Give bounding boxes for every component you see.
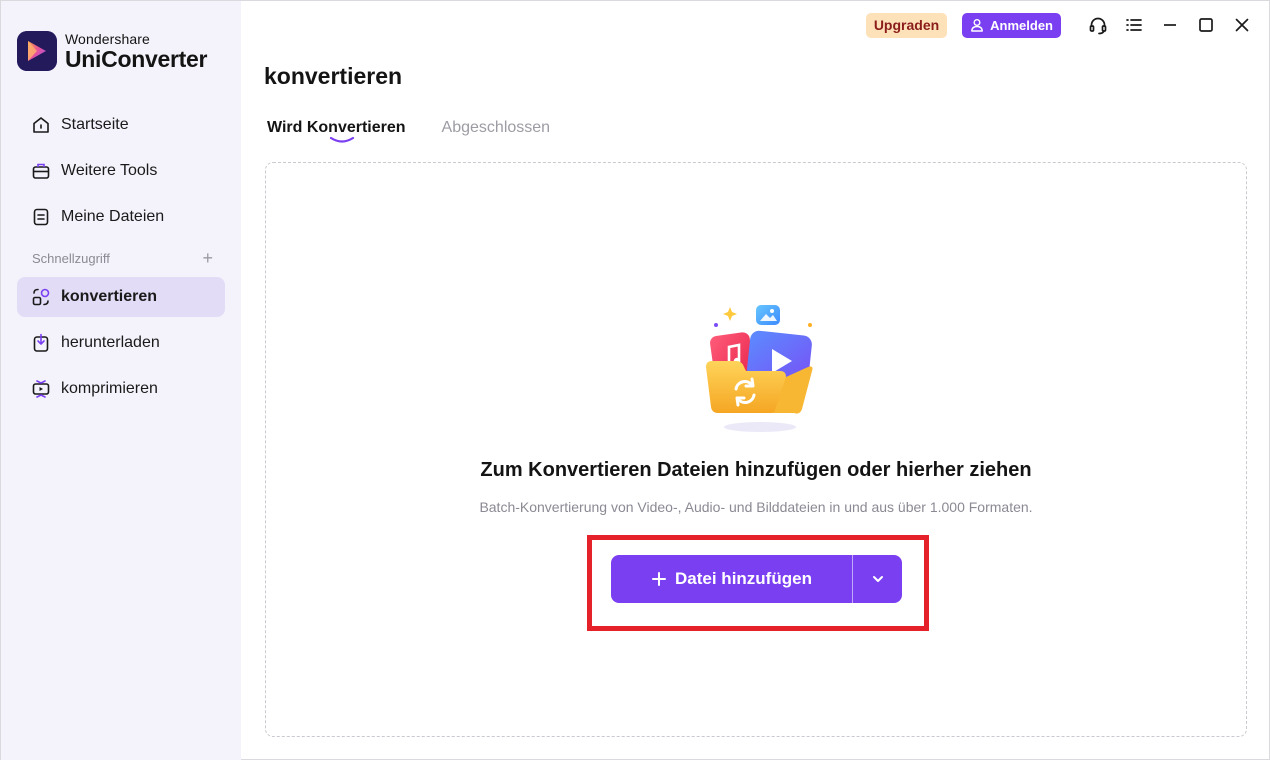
quick-access-header: Schnellzugriff + <box>17 243 225 273</box>
login-button[interactable]: Anmelden <box>962 12 1061 38</box>
uniconverter-logo-icon <box>17 31 57 71</box>
sidebar-item-label: konvertieren <box>61 288 158 305</box>
brand-name: Wondershare <box>65 30 150 47</box>
add-file-label: Datei hinzufügen <box>675 569 812 588</box>
tab-converting[interactable]: Wird Konvertieren <box>267 119 406 143</box>
sidebar-nav: Startseite Weitere Tools Meine Dateien S… <box>17 105 225 415</box>
sidebar-item-label: komprimieren <box>61 380 158 397</box>
tab-label: Abgeschlossen <box>441 119 551 136</box>
sidebar-item-label: Startseite <box>61 116 129 133</box>
download-icon <box>31 333 51 353</box>
file-drop-zone[interactable]: Zum Konvertieren Dateien hinzufügen oder… <box>265 162 1247 737</box>
convert-icon <box>31 287 51 307</box>
tab-active-indicator <box>329 136 355 143</box>
page-title: konvertieren <box>264 63 403 89</box>
compress-icon <box>31 379 51 399</box>
add-quick-access-icon[interactable]: + <box>202 248 213 269</box>
toolbox-icon <box>31 161 51 181</box>
user-icon <box>970 18 984 32</box>
home-icon <box>31 115 51 135</box>
product-name: UniConverter <box>65 45 208 72</box>
add-file-button[interactable]: Datei hinzufügen <box>611 555 852 603</box>
sidebar-item-label: Meine Dateien <box>61 208 165 225</box>
sidebar-item-weitere-tools[interactable]: Weitere Tools <box>17 151 225 191</box>
folder-media-illustration-icon <box>706 305 813 432</box>
app-logo: Wondershare UniConverter <box>17 31 207 71</box>
drop-zone-title: Zum Konvertieren Dateien hinzufügen oder… <box>480 459 1032 481</box>
login-label: Anmelden <box>990 17 1053 33</box>
quick-access-label: Schnellzugriff <box>32 250 110 266</box>
plus-icon <box>651 571 667 587</box>
maximize-icon[interactable] <box>1193 12 1219 38</box>
add-options-dropdown-button[interactable] <box>853 555 902 603</box>
menu-icon[interactable] <box>1121 12 1147 38</box>
upgrade-button[interactable]: Upgraden <box>865 12 948 38</box>
tab-label: Wird Konvertieren <box>267 119 406 136</box>
file-icon <box>31 207 51 227</box>
headset-icon[interactable] <box>1085 12 1111 38</box>
sidebar-item-meine-dateien[interactable]: Meine Dateien <box>17 197 225 237</box>
sidebar-item-konvertieren[interactable]: konvertieren <box>17 277 225 317</box>
chevron-down-icon <box>872 576 883 582</box>
add-file-split-button: Datei hinzufügen <box>611 555 902 603</box>
drop-zone-subtitle: Batch-Konvertierung von Video-, Audio- u… <box>479 499 1033 515</box>
sidebar-item-label: Weitere Tools <box>61 162 158 179</box>
app-window: Wondershare UniConverter Startseite Weit… <box>0 0 1270 760</box>
sidebar-item-herunterladen[interactable]: herunterladen <box>17 323 225 363</box>
sidebar-item-komprimieren[interactable]: komprimieren <box>17 369 225 409</box>
tab-completed[interactable]: Abgeschlossen <box>442 119 551 137</box>
title-bar: Upgraden Anmelden <box>865 11 1255 39</box>
tab-bar: Wird Konvertieren Abgeschlossen <box>267 119 586 143</box>
sidebar-item-label: herunterladen <box>61 334 160 351</box>
close-icon[interactable] <box>1229 12 1255 38</box>
minimize-icon[interactable] <box>1157 12 1183 38</box>
sidebar: Wondershare UniConverter Startseite Weit… <box>1 1 241 760</box>
sidebar-item-startseite[interactable]: Startseite <box>17 105 225 145</box>
